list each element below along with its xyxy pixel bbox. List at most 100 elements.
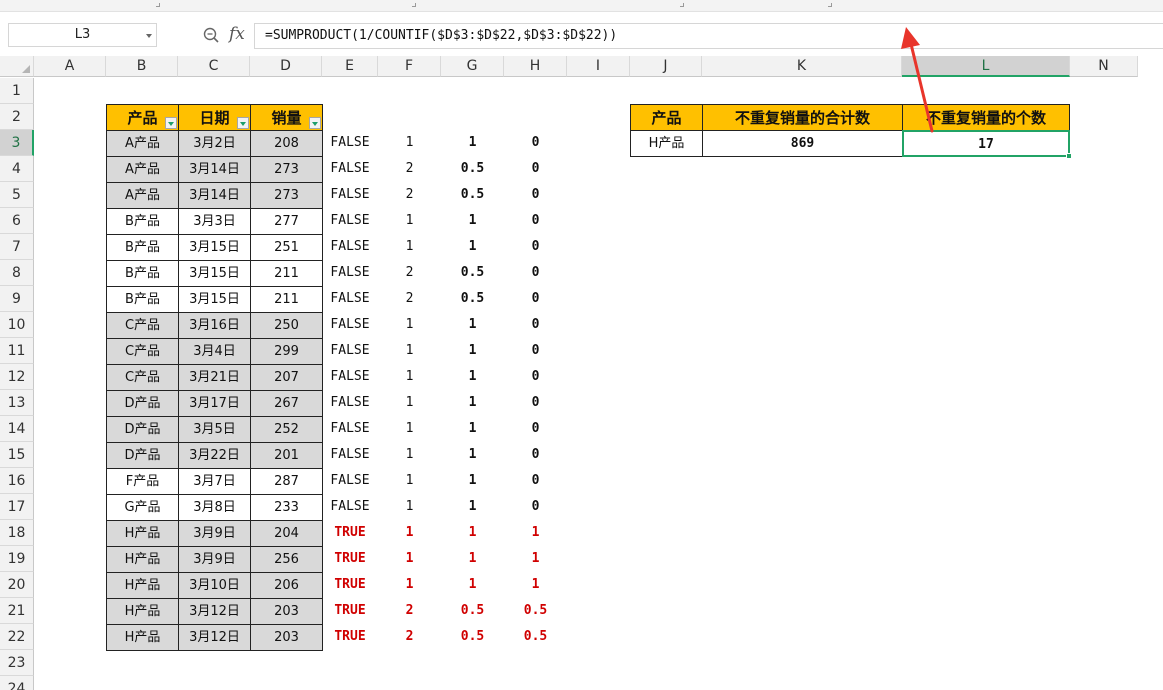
column-header-f[interactable]: F	[378, 56, 441, 77]
name-box-dropdown-icon[interactable]	[146, 34, 152, 38]
cell-product[interactable]: C产品	[106, 338, 179, 365]
filter-dropdown-icon[interactable]	[165, 117, 177, 129]
cell-sales[interactable]: 206	[250, 572, 323, 599]
cell-sales[interactable]: 204	[250, 520, 323, 547]
cell-sales[interactable]: 211	[250, 260, 323, 287]
select-all-corner[interactable]	[0, 56, 34, 77]
row-header-21[interactable]: 21	[0, 598, 34, 624]
cell-f-count[interactable]: 1	[378, 468, 441, 494]
cell-sales[interactable]: 208	[250, 130, 323, 157]
row-header-15[interactable]: 15	[0, 442, 34, 468]
fill-handle[interactable]	[1066, 153, 1072, 159]
cell-product[interactable]: B产品	[106, 208, 179, 235]
cell-f-count[interactable]: 2	[378, 260, 441, 286]
cell-date[interactable]: 3月8日	[178, 494, 251, 521]
row-header-12[interactable]: 12	[0, 364, 34, 390]
cell-product[interactable]: B产品	[106, 234, 179, 261]
cell-h-result[interactable]: 0.5	[504, 624, 567, 650]
cell-g-reciprocal[interactable]: 0.5	[441, 598, 504, 624]
cell-product[interactable]: H产品	[106, 572, 179, 599]
cell-g-reciprocal[interactable]: 0.5	[441, 156, 504, 182]
cell-product[interactable]: C产品	[106, 312, 179, 339]
cell-e-match[interactable]: FALSE	[322, 208, 378, 234]
row-header-19[interactable]: 19	[0, 546, 34, 572]
row-header-1[interactable]: 1	[0, 78, 34, 104]
cell-f-count[interactable]: 2	[378, 156, 441, 182]
cell-product[interactable]: B产品	[106, 260, 179, 287]
cell-sales[interactable]: 211	[250, 286, 323, 313]
cell-e-match[interactable]: FALSE	[322, 390, 378, 416]
cell-sales[interactable]: 203	[250, 598, 323, 625]
cell-h-result[interactable]: 0	[504, 468, 567, 494]
row-header-6[interactable]: 6	[0, 208, 34, 234]
cell-h-result[interactable]: 0	[504, 286, 567, 312]
row-header-2[interactable]: 2	[0, 104, 34, 130]
cell-product[interactable]: B产品	[106, 286, 179, 313]
table-header-product[interactable]: 产品	[106, 104, 179, 131]
cell-g-reciprocal[interactable]: 1	[441, 364, 504, 390]
summary-header-product[interactable]: 产品	[630, 104, 703, 131]
column-header-b[interactable]: B	[106, 56, 178, 77]
column-header-e[interactable]: E	[322, 56, 378, 77]
cell-date[interactable]: 3月14日	[178, 156, 251, 183]
cell-date[interactable]: 3月22日	[178, 442, 251, 469]
cell-g-reciprocal[interactable]: 0.5	[441, 260, 504, 286]
cell-g-reciprocal[interactable]: 1	[441, 572, 504, 598]
cell-sales[interactable]: 277	[250, 208, 323, 235]
column-header-l[interactable]: L	[902, 56, 1070, 77]
cell-date[interactable]: 3月12日	[178, 624, 251, 651]
cell-product[interactable]: H产品	[106, 624, 179, 651]
cell-e-match[interactable]: TRUE	[322, 520, 378, 546]
row-header-23[interactable]: 23	[0, 650, 34, 676]
cell-f-count[interactable]: 1	[378, 234, 441, 260]
cell-h-result[interactable]: 1	[504, 572, 567, 598]
column-header-c[interactable]: C	[178, 56, 250, 77]
cell-product[interactable]: D产品	[106, 416, 179, 443]
cell-e-match[interactable]: FALSE	[322, 130, 378, 156]
row-header-9[interactable]: 9	[0, 286, 34, 312]
column-header-j[interactable]: J	[630, 56, 702, 77]
cell-date[interactable]: 3月3日	[178, 208, 251, 235]
cell-g-reciprocal[interactable]: 1	[441, 208, 504, 234]
summary-header-total[interactable]: 不重复销量的合计数	[702, 104, 903, 131]
column-header-h[interactable]: H	[504, 56, 567, 77]
cell-e-match[interactable]: TRUE	[322, 572, 378, 598]
cell-e-match[interactable]: FALSE	[322, 338, 378, 364]
cell-g-reciprocal[interactable]: 1	[441, 546, 504, 572]
cell-date[interactable]: 3月14日	[178, 182, 251, 209]
cell-product[interactable]: C产品	[106, 364, 179, 391]
cell-f-count[interactable]: 1	[378, 312, 441, 338]
cell-f-count[interactable]: 1	[378, 416, 441, 442]
row-header-13[interactable]: 13	[0, 390, 34, 416]
row-header-16[interactable]: 16	[0, 468, 34, 494]
row-header-4[interactable]: 4	[0, 156, 34, 182]
cell-product[interactable]: H产品	[106, 520, 179, 547]
cell-g-reciprocal[interactable]: 1	[441, 338, 504, 364]
column-header-d[interactable]: D	[250, 56, 322, 77]
cell-h-result[interactable]: 0	[504, 130, 567, 156]
cell-e-match[interactable]: FALSE	[322, 156, 378, 182]
cell-sales[interactable]: 233	[250, 494, 323, 521]
row-header-24[interactable]: 24	[0, 676, 34, 690]
cell-date[interactable]: 3月21日	[178, 364, 251, 391]
cell-sales[interactable]: 273	[250, 156, 323, 183]
cell-sales[interactable]: 287	[250, 468, 323, 495]
cell-date[interactable]: 3月9日	[178, 520, 251, 547]
cell-sales[interactable]: 267	[250, 390, 323, 417]
cell-product[interactable]: H产品	[106, 598, 179, 625]
cell-f-count[interactable]: 1	[378, 442, 441, 468]
row-header-18[interactable]: 18	[0, 520, 34, 546]
cell-f-count[interactable]: 1	[378, 494, 441, 520]
row-header-22[interactable]: 22	[0, 624, 34, 650]
cell-sales[interactable]: 256	[250, 546, 323, 573]
cell-h-result[interactable]: 0	[504, 312, 567, 338]
cell-sales[interactable]: 201	[250, 442, 323, 469]
cell-sales[interactable]: 252	[250, 416, 323, 443]
cell-e-match[interactable]: FALSE	[322, 182, 378, 208]
cell-g-reciprocal[interactable]: 1	[441, 520, 504, 546]
cell-h-result[interactable]: 0	[504, 234, 567, 260]
cell-f-count[interactable]: 1	[378, 338, 441, 364]
cell-date[interactable]: 3月16日	[178, 312, 251, 339]
row-header-17[interactable]: 17	[0, 494, 34, 520]
cell-f-count[interactable]: 1	[378, 390, 441, 416]
